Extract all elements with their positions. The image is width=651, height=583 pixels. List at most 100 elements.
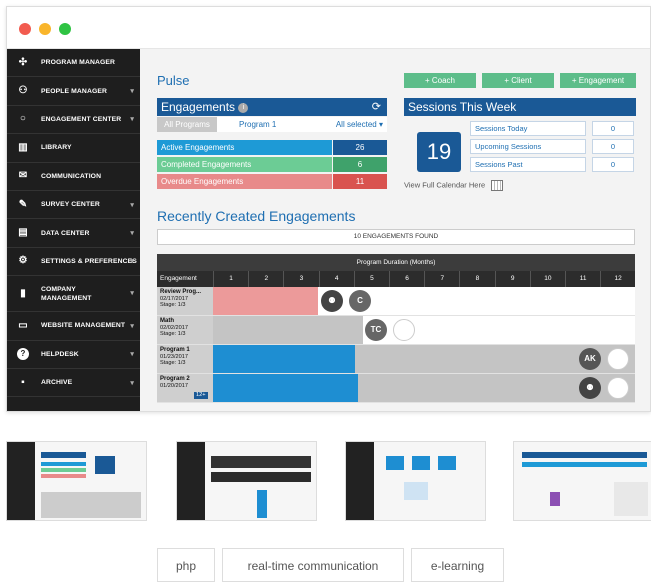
sidebar-item-settings[interactable]: ⚙ SETTINGS & PREFERENCES ▾	[7, 248, 140, 277]
organization-logo-icon[interactable]	[607, 348, 629, 370]
group-avatar-icon[interactable]: ⚉	[579, 377, 601, 399]
sidebar-item-library[interactable]: ▥ LIBRARY	[7, 134, 140, 163]
chevron-down-icon: ▾	[130, 258, 134, 266]
sidebar-item-communication[interactable]: ✉ COMMUNICATION	[7, 163, 140, 191]
sidebar-item-survey-center[interactable]: ✎ SURVEY CENTER ▾	[7, 191, 140, 220]
sessions-today-value: 0	[592, 121, 634, 136]
organization-logo-icon[interactable]	[393, 319, 415, 341]
avatar[interactable]: TC	[365, 319, 387, 341]
table-row[interactable]: Program 2 01/20/2017 12+ ⚉	[157, 374, 635, 403]
screenshot-thumbnail[interactable]	[6, 441, 147, 521]
engagement-column-header: Engagement	[160, 275, 197, 282]
minimize-window-button[interactable]	[39, 23, 51, 35]
tab-all-programs[interactable]: All Programs	[157, 117, 217, 132]
month-header: 10	[529, 271, 565, 287]
engagements-found-count: 10 ENGAGEMENTS FOUND	[157, 229, 635, 245]
gantt-header-row: Engagement 1 2 3 4 5 6 7 8 9 10 11 12	[157, 271, 635, 287]
monitor-icon: ▭	[18, 319, 28, 331]
caret-down-icon: ▾	[378, 120, 383, 129]
month-header: 11	[565, 271, 600, 287]
help-icon: ?	[17, 348, 29, 361]
chevron-down-icon: ▾	[130, 230, 134, 238]
screenshot-thumbnail[interactable]	[513, 441, 651, 521]
all-selected-dropdown[interactable]: All selected ▾	[336, 117, 383, 132]
add-engagement-button[interactable]: + Engagement	[560, 73, 636, 88]
chevron-down-icon: ▾	[130, 351, 134, 359]
avatar[interactable]: C	[349, 290, 371, 312]
sidebar-item-people-manager[interactable]: ⚇ PEOPLE MANAGER ▾	[7, 77, 140, 106]
building-icon: ▮	[20, 287, 26, 299]
table-row[interactable]: Program 1 01/23/2017 Stage: 1/3 AK	[157, 345, 635, 374]
view-calendar-link[interactable]: View Full Calendar Here	[404, 180, 504, 191]
engagement-stage: Stage: 1/3	[160, 331, 186, 337]
people-icon: ⚇	[18, 85, 28, 97]
upcoming-sessions-value: 0	[592, 139, 634, 154]
gantt-track: ⚉	[213, 374, 635, 402]
sidebar-item-program-manager[interactable]: ✣ PROGRAM MANAGER	[7, 49, 140, 78]
tag-php[interactable]: php	[157, 548, 215, 582]
refresh-icon[interactable]: ⟳	[372, 98, 381, 116]
chevron-down-icon: ▾	[130, 88, 134, 96]
table-row[interactable]: Math 02/02/2017 Stage: 1/3 TC	[157, 316, 635, 345]
sessions-today-label[interactable]: Sessions Today	[470, 121, 586, 136]
month-header: 3	[283, 271, 318, 287]
month-header: 4	[318, 271, 354, 287]
gantt-bar[interactable]	[213, 316, 363, 344]
active-engagements-row[interactable]: Active Engagements 26	[157, 140, 387, 155]
overdue-engagements-row[interactable]: Overdue Engagements 11	[157, 174, 387, 189]
screenshot-thumbnail[interactable]	[176, 441, 317, 521]
tab-program-1[interactable]: Program 1	[239, 117, 276, 132]
sessions-past-label[interactable]: Sessions Past	[470, 157, 586, 172]
screenshot-thumbnail[interactable]	[345, 441, 486, 521]
month-header: 9	[494, 271, 530, 287]
chevron-down-icon: ▾	[130, 322, 134, 330]
month-header: 8	[459, 271, 494, 287]
gantt-track: TC	[213, 316, 635, 344]
gantt-chart: Program Duration (Months) Engagement 1 2…	[157, 254, 635, 411]
sidebar-item-company-management[interactable]: ▮ COMPANY MANAGEMENT ▾	[7, 276, 140, 313]
envelope-icon: ✉	[18, 170, 28, 182]
completed-engagements-row[interactable]: Completed Engagements 6	[157, 157, 387, 172]
tag-real-time-communication[interactable]: real-time communication	[222, 548, 404, 582]
info-icon[interactable]: i	[238, 102, 249, 113]
gantt-title: Program Duration (Months)	[157, 254, 635, 271]
add-client-button[interactable]: + Client	[482, 73, 554, 88]
maximize-window-button[interactable]	[59, 23, 71, 35]
chevron-down-icon: ▾	[130, 116, 134, 124]
month-header: 1	[213, 271, 248, 287]
sidebar-item-engagement-center[interactable]: ○ ENGAGEMENT CENTER ▾	[7, 106, 140, 135]
books-icon: ▥	[18, 141, 28, 153]
sidebar: ✣ PROGRAM MANAGER ⚇ PEOPLE MANAGER ▾ ○ ENGAG…	[7, 49, 140, 411]
calendar-icon	[491, 180, 504, 191]
tag-e-learning[interactable]: e-learning	[411, 548, 504, 582]
organization-logo-icon[interactable]	[607, 377, 629, 399]
gantt-bar[interactable]	[213, 374, 358, 402]
sessions-past-value: 0	[592, 157, 634, 172]
calendar-day-icon: 19	[417, 132, 461, 172]
gantt-bar[interactable]	[213, 287, 318, 315]
add-coach-button[interactable]: + Coach	[404, 73, 476, 88]
month-header: 12	[600, 271, 635, 287]
count-badge[interactable]: 12+	[194, 392, 208, 399]
sessions-header: Sessions This Week	[404, 98, 636, 116]
engagement-date: 02/17/2017	[160, 295, 188, 302]
engagement-date: 02/02/2017	[160, 324, 188, 331]
gear-icon: ⚙	[18, 255, 28, 267]
sidebar-item-helpdesk[interactable]: ? HELPDESK ▾	[7, 341, 140, 369]
month-header: 6	[389, 271, 424, 287]
engagement-date: 01/20/2017	[160, 382, 188, 389]
avatar[interactable]: AK	[579, 348, 601, 370]
edit-icon: ✎	[18, 198, 28, 210]
group-avatar-icon[interactable]: ⚉	[321, 290, 343, 312]
engagements-header: Engagements i ⟳	[157, 98, 387, 116]
month-header: 7	[424, 271, 459, 287]
archive-icon: ▪	[21, 376, 25, 388]
table-row[interactable]: Review Prog... 02/17/2017 Stage: 1/3 ⚉ C	[157, 287, 635, 316]
upcoming-sessions-label[interactable]: Upcoming Sessions	[470, 139, 586, 154]
chevron-down-icon: ▾	[130, 201, 134, 209]
sidebar-item-data-center[interactable]: ▤ DATA CENTER ▾	[7, 219, 140, 248]
sidebar-item-website-management[interactable]: ▭ WEBSITE MANAGEMENT ▾	[7, 312, 140, 341]
gantt-bar[interactable]	[213, 345, 355, 373]
close-window-button[interactable]	[19, 23, 31, 35]
sidebar-item-archive[interactable]: ▪ ARCHIVE ▾	[7, 369, 140, 398]
